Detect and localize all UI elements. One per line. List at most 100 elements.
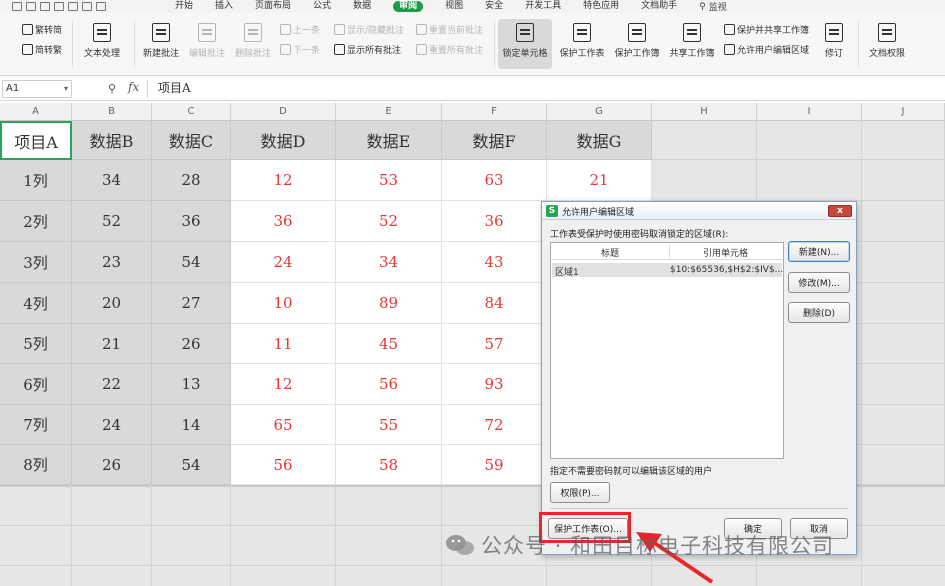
new-doc-icon[interactable] [12,2,22,11]
data-cell[interactable]: 54 [152,242,231,283]
data-cell[interactable]: 8列 [0,445,72,485]
column-header-f[interactable]: F [442,103,547,121]
empty-cell[interactable] [652,160,757,201]
data-cell[interactable]: 34 [72,160,152,201]
data-cell[interactable]: 21 [72,324,152,364]
empty-cell[interactable] [652,121,757,160]
data-cell[interactable]: 22 [72,364,152,405]
data-cell[interactable]: 34 [336,242,442,283]
ranges-list[interactable]: 标题 引用单元格 区域1 $10:$65536,$H$2:$IV$... [550,242,784,459]
data-cell[interactable]: 59 [442,445,547,485]
tab-doc-assistant[interactable]: 文档助手 [641,1,677,12]
column-header-a[interactable]: A [0,103,72,121]
data-cell[interactable]: 45 [336,324,442,364]
data-cell[interactable]: 6列 [0,364,72,405]
text-process-button[interactable]: 文本处理 [75,23,129,59]
empty-cell[interactable] [862,201,945,242]
data-cell[interactable]: 36 [231,201,336,242]
tab-formulas[interactable]: 公式 [313,1,331,12]
data-cell[interactable]: 3列 [0,242,72,283]
fx-icon[interactable]: fx [128,80,139,94]
tab-review[interactable]: 审阅 [393,1,424,12]
share-workbook-button[interactable]: 共享工作簿 [665,23,719,59]
data-cell[interactable]: 93 [442,364,547,405]
tab-page-layout[interactable]: 页面布局 [255,1,291,12]
redo-icon[interactable] [96,2,106,11]
data-cell[interactable]: 12 [231,364,336,405]
header-cell[interactable]: 数据D [231,121,336,160]
name-box[interactable]: A1 ▾ [2,80,72,98]
empty-cell[interactable] [757,121,862,160]
protect-workbook-button[interactable]: 保护工作簿 [610,23,664,59]
column-header-i[interactable]: I [757,103,862,121]
reset-all-comments-button[interactable]: 重置所有批注 [416,43,483,56]
close-icon[interactable]: x [828,205,852,217]
tab-insert[interactable]: 插入 [215,1,233,12]
data-cell[interactable]: 5列 [0,324,72,364]
header-cell[interactable]: 数据E [336,121,442,160]
data-cell[interactable]: 14 [152,405,231,445]
data-cell[interactable]: 58 [336,445,442,485]
protect-and-share-button[interactable]: 保护并共享工作簿 [724,23,809,36]
column-header-d[interactable]: D [231,103,336,121]
data-cell[interactable]: 10 [231,283,336,324]
empty-cell[interactable] [862,121,945,160]
delete-range-button[interactable]: 删除(D) [788,302,850,323]
tab-features[interactable]: 特色应用 [583,1,619,12]
zoom-icon[interactable]: ⚲ [108,82,116,95]
protect-sheet-button[interactable]: 保护工作表 [555,23,609,59]
empty-cell[interactable] [862,445,945,485]
column-header-b[interactable]: B [72,103,152,121]
data-cell[interactable]: 26 [152,324,231,364]
data-cell[interactable]: 56 [231,445,336,485]
tab-developer[interactable]: 开发工具 [525,1,561,12]
empty-cell[interactable] [862,160,945,201]
header-cell[interactable]: 数据C [152,121,231,160]
data-cell[interactable]: 65 [231,405,336,445]
data-cell[interactable]: 2列 [0,201,72,242]
empty-cell[interactable] [862,364,945,405]
doc-permissions-button[interactable]: 文档权限 [860,23,914,59]
data-cell[interactable]: 23 [72,242,152,283]
undo-icon[interactable] [82,2,92,11]
data-cell[interactable]: 26 [72,445,152,485]
column-header-c[interactable]: C [152,103,231,121]
tab-data[interactable]: 数据 [353,1,371,12]
new-range-button[interactable]: 新建(N)... [788,241,850,262]
modify-range-button[interactable]: 修改(M)... [788,272,850,293]
data-cell[interactable]: 24 [231,242,336,283]
open-icon[interactable] [26,2,36,11]
data-cell[interactable]: 72 [442,405,547,445]
data-cell[interactable]: 89 [336,283,442,324]
trad-to-simp-button[interactable]: 繁转简 [22,23,62,36]
data-cell[interactable]: 55 [336,405,442,445]
empty-cell[interactable] [862,242,945,283]
data-cell[interactable]: 57 [442,324,547,364]
data-cell[interactable]: 4列 [0,283,72,324]
header-cell[interactable]: 数据G [547,121,652,160]
simp-to-trad-button[interactable]: 简转繁 [22,43,62,56]
print-icon[interactable] [54,2,64,11]
data-cell[interactable]: 28 [152,160,231,201]
data-cell[interactable]: 36 [442,201,547,242]
show-all-comments-button[interactable]: 显示所有批注 [334,43,401,56]
data-cell[interactable]: 7列 [0,405,72,445]
prev-comment-button[interactable]: 上一条 [280,23,320,36]
column-header-e[interactable]: E [336,103,442,121]
data-cell[interactable]: 52 [336,201,442,242]
empty-cell[interactable] [862,283,945,324]
header-cell[interactable]: 数据B [72,121,152,160]
delete-comment-button[interactable]: 删除批注 [226,23,280,59]
data-cell[interactable]: 24 [72,405,152,445]
revisions-button[interactable]: 修订 [814,23,854,59]
empty-cell[interactable] [862,324,945,364]
data-cell[interactable]: 36 [152,201,231,242]
tab-view[interactable]: 视图 [445,1,463,12]
preview-icon[interactable] [68,2,78,11]
header-cell[interactable]: 项目A [0,121,72,160]
lock-cell-button[interactable]: 锁定单元格 [498,19,552,69]
show-hide-comment-button[interactable]: 显示/隐藏批注 [334,23,404,36]
data-cell[interactable]: 52 [72,201,152,242]
data-cell[interactable]: 54 [152,445,231,485]
save-icon[interactable] [40,2,50,11]
